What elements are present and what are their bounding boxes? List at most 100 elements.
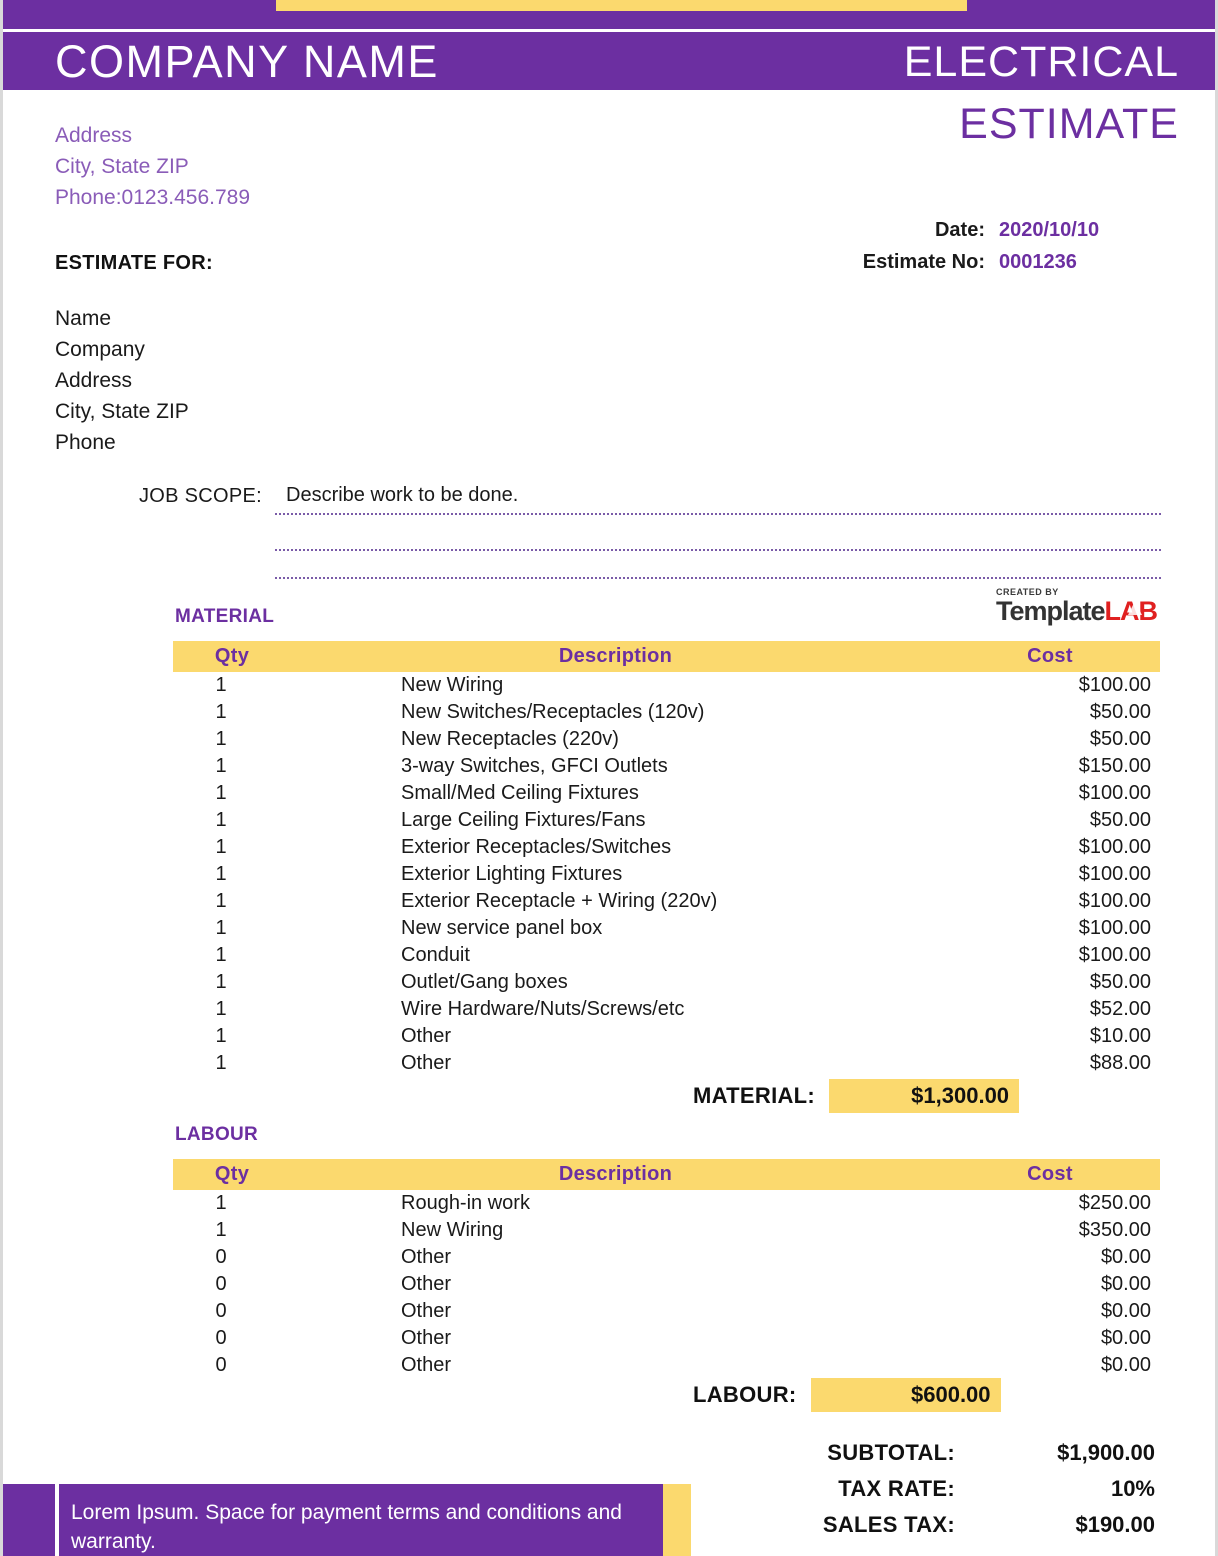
row-description: New Wiring: [401, 674, 504, 696]
summary-value: $1,900.00: [1057, 1440, 1155, 1465]
row-qty: 1: [215, 917, 227, 939]
row-qty: 0: [215, 1327, 227, 1349]
row-qty: 1: [215, 863, 227, 885]
summary-row: TAX RATE: 10%: [725, 1476, 1155, 1512]
row-cost: $100.00: [1078, 674, 1151, 696]
row-description: Other: [401, 1025, 452, 1047]
row-qty: 1: [215, 701, 227, 723]
row-qty: 1: [215, 1025, 227, 1047]
row-cost: $50.00: [1089, 701, 1151, 723]
row-cost: $100.00: [1078, 863, 1151, 885]
row-qty: 1: [215, 944, 227, 966]
date-value: 2020/10/10: [999, 219, 1100, 241]
row-qty: 0: [215, 1300, 227, 1322]
material-total: MATERIAL: $1,300.00: [693, 1079, 1020, 1113]
estimate-meta-block: Date: 2020/10/10 Estimate No: 0001236: [863, 214, 1179, 278]
row-description: Other: [401, 1273, 452, 1295]
labour-total-value: $600.00: [810, 1378, 1001, 1412]
row-cost: $100.00: [1078, 944, 1151, 966]
table-row: 0 Other $0.00: [173, 1352, 1160, 1379]
row-qty: 1: [215, 1192, 227, 1214]
summary-row: SALES TAX: $190.00: [725, 1512, 1155, 1548]
table-row: 1 Large Ceiling Fixtures/Fans $50.00: [173, 807, 1160, 834]
logo-template-text: Template: [995, 596, 1106, 626]
row-cost: $100.00: [1078, 836, 1151, 858]
row-qty: 1: [215, 1219, 227, 1241]
job-scope-label: JOB SCOPE:: [139, 485, 263, 507]
row-description: Other: [401, 1052, 452, 1074]
row-qty: 1: [215, 998, 227, 1020]
footer-terms-text: Lorem Ipsum. Space for payment terms and…: [55, 1484, 655, 1556]
row-description: Conduit: [401, 944, 470, 966]
summary-label: SUBTOTAL:: [827, 1440, 955, 1465]
row-cost: $88.00: [1089, 1052, 1151, 1074]
row-qty: 1: [215, 782, 227, 804]
material-total-label: MATERIAL:: [693, 1083, 816, 1108]
table-row: 1 Rough-in work $250.00: [173, 1190, 1160, 1217]
document-type-electrical: ELECTRICAL: [903, 38, 1179, 86]
document-type-estimate: ESTIMATE: [959, 100, 1179, 148]
row-description: Other: [401, 1327, 452, 1349]
row-cost: $100.00: [1078, 890, 1151, 912]
row-description: Wire Hardware/Nuts/Screws/etc: [401, 998, 685, 1020]
estimate-document: COMPANY NAME ELECTRICAL ESTIMATE Address…: [0, 0, 1218, 1556]
summary-totals: SUBTOTAL: $1,900.00 TAX RATE: 10% SALES TAX:…: [725, 1440, 1155, 1548]
row-description: Exterior Receptacles/Switches: [401, 836, 672, 858]
row-cost: $150.00: [1078, 755, 1151, 777]
labour-header-qty: Qty: [173, 1159, 291, 1190]
row-cost: $50.00: [1089, 728, 1151, 750]
labour-table-header-row: Qty Description Cost: [173, 1159, 1160, 1190]
table-row: 1 New Receptacles (220v) $50.00: [173, 726, 1160, 753]
row-description: New Wiring: [401, 1219, 504, 1241]
row-cost: $0.00: [1100, 1273, 1151, 1295]
row-description: Exterior Lighting Fixtures: [401, 863, 623, 885]
row-qty: 0: [215, 1354, 227, 1376]
date-label: Date:: [934, 219, 985, 241]
row-cost: $250.00: [1078, 1192, 1151, 1214]
table-row: 1 Exterior Lighting Fixtures $100.00: [173, 861, 1160, 888]
row-description: Other: [401, 1300, 452, 1322]
row-cost: $100.00: [1078, 917, 1151, 939]
date-row: Date: 2020/10/10: [863, 214, 1179, 246]
table-row: 1 New Wiring $350.00: [173, 1217, 1160, 1244]
row-description: New Switches/Receptacles (120v): [401, 701, 705, 723]
row-qty: 1: [215, 755, 227, 777]
row-qty: 0: [215, 1246, 227, 1268]
summary-label: TAX RATE:: [838, 1476, 955, 1501]
table-row: 1 Small/Med Ceiling Fixtures $100.00: [173, 780, 1160, 807]
row-cost: $50.00: [1089, 971, 1151, 993]
sender-city-state-zip: City, State ZIP: [55, 155, 189, 178]
summary-label: SALES TAX:: [822, 1512, 955, 1537]
job-scope-line-2: [275, 549, 1161, 551]
row-qty: 1: [215, 1052, 227, 1074]
estimate-no-row: Estimate No: 0001236: [863, 246, 1179, 278]
row-cost: $350.00: [1078, 1219, 1151, 1241]
labour-total-label: LABOUR:: [693, 1382, 797, 1407]
row-cost: $50.00: [1089, 809, 1151, 831]
header-divider: [3, 29, 1215, 32]
table-row: 1 Conduit $100.00: [173, 942, 1160, 969]
summary-value: $190.00: [1075, 1512, 1155, 1537]
summary-value: 10%: [1110, 1476, 1155, 1501]
row-description: Small/Med Ceiling Fixtures: [401, 782, 639, 804]
row-qty: 1: [215, 674, 227, 696]
sender-address-block: Address City, State ZIP Phone:0123.456.7…: [55, 120, 250, 213]
footer-yellow-accent: [663, 1484, 691, 1556]
table-row: 1 New Wiring $100.00: [173, 672, 1160, 699]
job-scope-value[interactable]: Describe work to be done.: [286, 484, 518, 507]
labour-total: LABOUR: $600.00: [693, 1378, 1001, 1412]
row-cost: $0.00: [1100, 1300, 1151, 1322]
material-header-description: Description: [291, 641, 940, 672]
row-description: New service panel box: [401, 917, 603, 939]
material-total-value: $1,300.00: [829, 1079, 1020, 1113]
material-header-cost: Cost: [940, 641, 1160, 672]
material-table-header-row: Qty Description Cost: [173, 641, 1160, 672]
row-cost: $10.00: [1089, 1025, 1151, 1047]
row-description: Rough-in work: [401, 1192, 530, 1214]
material-table: Qty Description Cost 1 New Wiring $100.00 1…: [173, 641, 1160, 1077]
estimate-for-heading: ESTIMATE FOR:: [55, 252, 213, 274]
row-qty: 1: [215, 836, 227, 858]
labour-section-title: LABOUR: [175, 1124, 259, 1145]
table-row: 0 Other $0.00: [173, 1325, 1160, 1352]
row-qty: 1: [215, 971, 227, 993]
